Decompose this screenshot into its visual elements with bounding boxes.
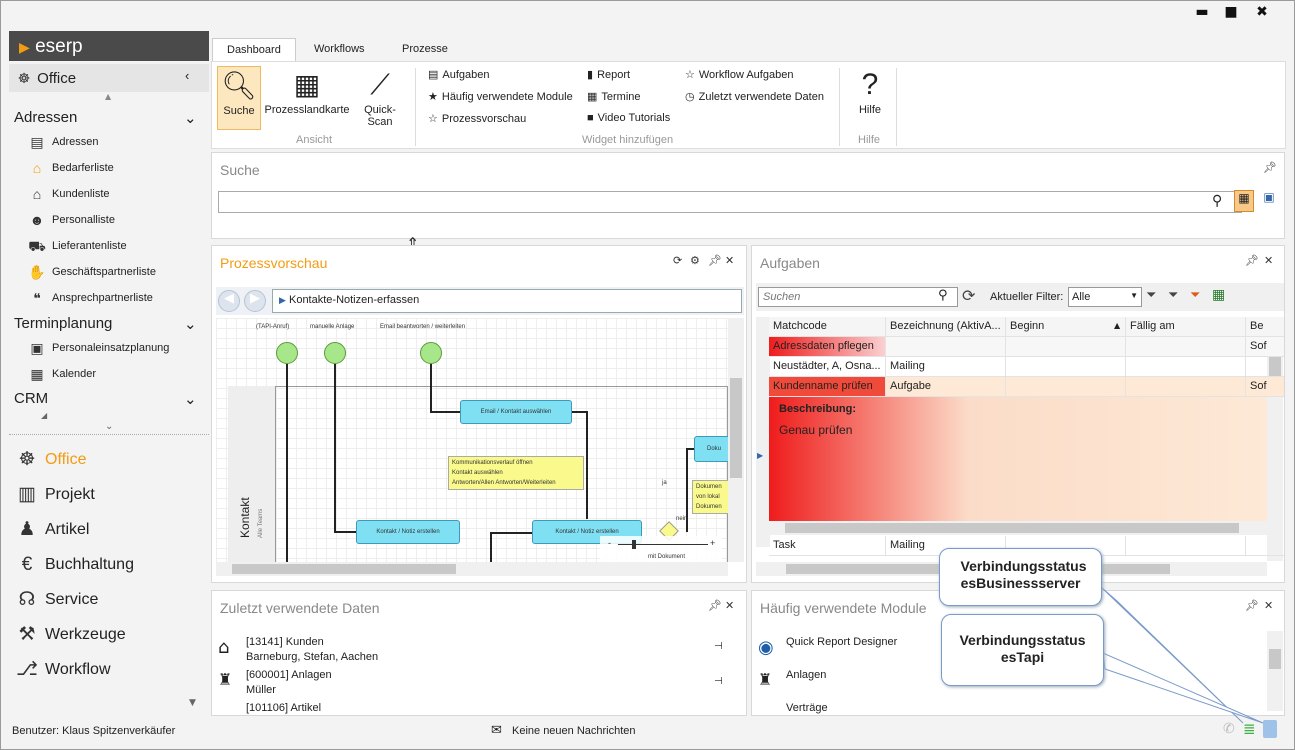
server-status-icon[interactable]: ≣ [1243, 720, 1256, 738]
status-messages[interactable]: Keine neuen Nachrichten [512, 725, 636, 737]
app-window: ▬ ■ ✖ ▶ eserp ☸ Office ‹ ▲ Adressen ⌄ ▤ Ad… [0, 0, 1295, 750]
callout-estapi: Verbindungsstatus esTapi [941, 614, 1104, 686]
envelope-icon[interactable]: ✉ [491, 723, 502, 738]
window-status-icon[interactable] [1263, 720, 1277, 738]
callout-businessserver: Verbindungsstatus esBusinessserver [939, 548, 1102, 606]
phone-status-icon[interactable]: ✆ [1223, 721, 1235, 737]
status-user: Benutzer: Klaus Spitzenverkäufer [12, 725, 176, 737]
